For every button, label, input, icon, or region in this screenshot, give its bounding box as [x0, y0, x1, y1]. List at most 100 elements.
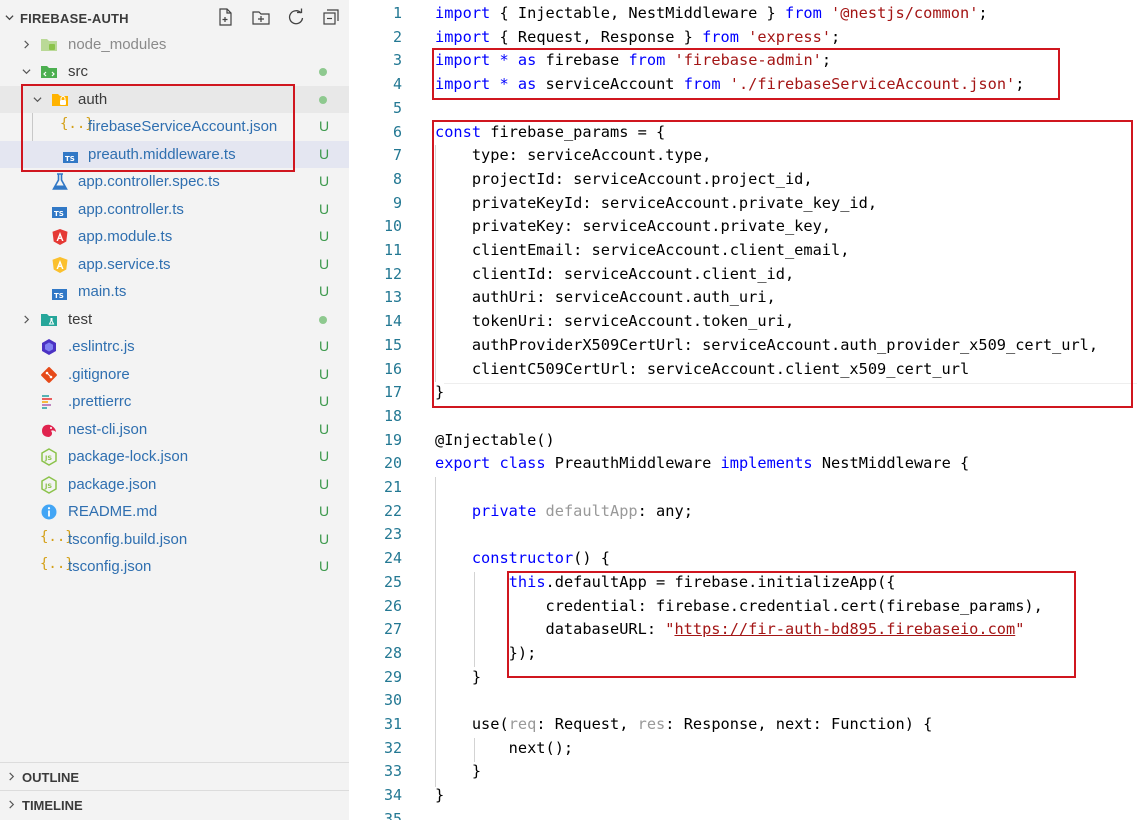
- tree-item-tsconfig-build[interactable]: {..} tsconfig.build.json U: [0, 526, 349, 553]
- line-number: 11: [383, 241, 402, 259]
- line-number: 24: [383, 549, 402, 568]
- code-token: import: [435, 27, 491, 46]
- code-line[interactable]: @Injectable(): [435, 431, 555, 449]
- tree-item-app-controller[interactable]: TS app.controller.ts U: [0, 196, 349, 223]
- tree-item-package-lock[interactable]: JS package-lock.json U: [0, 443, 349, 470]
- code-token: PreauthMiddleware: [545, 454, 721, 473]
- refresh-icon[interactable]: [286, 7, 306, 27]
- line-number: 34: [383, 786, 402, 805]
- explorer-title: FIREBASE-AUTH: [20, 11, 129, 26]
- src-folder-icon: [41, 66, 57, 78]
- code-token: 'express': [748, 27, 832, 46]
- git-status-badge: U: [319, 476, 330, 492]
- line-number: 14: [383, 312, 402, 331]
- line-number: 35: [383, 809, 402, 820]
- code-line[interactable]: constructor() {: [435, 549, 610, 567]
- line-number: 20: [383, 454, 402, 473]
- new-folder-icon[interactable]: [251, 7, 271, 27]
- angular-icon: [52, 229, 68, 245]
- code-token: NestMiddleware {: [812, 454, 970, 473]
- tree-item-main[interactable]: TS main.ts U: [0, 278, 349, 305]
- node-modules-folder-icon: [41, 39, 57, 51]
- tree-item-app-module[interactable]: app.module.ts U: [0, 223, 349, 250]
- code-token: }: [435, 786, 445, 805]
- outline-section[interactable]: OUTLINE: [0, 762, 349, 790]
- code-line[interactable]: import { Request, Response } from 'expre…: [435, 28, 840, 46]
- tree-item-app-service[interactable]: app.service.ts U: [0, 251, 349, 278]
- code-editor[interactable]: 1 2 3 4 5 6 7 8 9 10 11 12 13 14 15 16 17 18 19 20 21 22 23 24 2…: [350, 0, 1137, 820]
- code-token: { Injectable, NestMiddleware }: [490, 4, 785, 22]
- nodejs-icon: JS: [41, 476, 57, 494]
- code-line[interactable]: private defaultApp: any;: [435, 502, 693, 520]
- svg-text:JS: JS: [44, 454, 52, 462]
- git-status-badge: U: [319, 421, 330, 437]
- code-token: private: [471, 501, 537, 520]
- code-line[interactable]: export class PreauthMiddleware implement…: [435, 454, 969, 472]
- timeline-section[interactable]: TIMELINE: [0, 790, 349, 818]
- git-status-badge: U: [319, 338, 330, 354]
- tree-item-package-json[interactable]: JS package.json U: [0, 471, 349, 498]
- code-line[interactable]: next();: [435, 739, 573, 757]
- code-token: implements: [720, 454, 813, 473]
- tree-item-gitignore[interactable]: .gitignore U: [0, 361, 349, 388]
- code-token: : Request,: [536, 715, 638, 733]
- code-line[interactable]: import { Injectable, NestMiddleware } fr…: [435, 4, 988, 22]
- tree-item-src[interactable]: src: [0, 58, 349, 85]
- chevron-down-icon[interactable]: [5, 13, 14, 22]
- git-status-badge: U: [319, 201, 330, 217]
- new-file-icon[interactable]: [215, 7, 235, 27]
- line-number: 5: [392, 98, 402, 117]
- code-token: @Injectable(): [435, 430, 555, 449]
- tree-item-label: app.controller.spec.ts: [78, 173, 220, 190]
- chevron-right-icon[interactable]: [22, 315, 31, 324]
- tree-item-test[interactable]: test: [0, 306, 349, 333]
- svg-text:TS: TS: [54, 292, 64, 300]
- code-line[interactable]: use(req: Request, res: Response, next: F…: [435, 715, 933, 733]
- highlight-box-auth-files: [21, 84, 295, 172]
- tree-item-eslintrc[interactable]: .eslintrc.js U: [0, 333, 349, 360]
- tree-item-readme[interactable]: README.md U: [0, 498, 349, 525]
- chevron-down-icon[interactable]: [22, 67, 31, 76]
- git-icon: [41, 367, 57, 383]
- line-number: 13: [383, 288, 402, 307]
- chevron-right-icon[interactable]: [7, 772, 16, 781]
- code-token: import: [435, 4, 491, 22]
- line-number: 26: [383, 596, 402, 615]
- tree-item-prettierrc[interactable]: .prettierrc U: [0, 388, 349, 415]
- tree-item-tsconfig[interactable]: {..} tsconfig.json U: [0, 553, 349, 580]
- tree-item-app-controller-spec[interactable]: app.controller.spec.ts U: [0, 168, 349, 195]
- tree-item-label: app.controller.ts: [78, 201, 184, 218]
- code-token: { Request, Response }: [490, 27, 703, 46]
- code-token: class: [499, 454, 546, 473]
- git-status-badge: U: [319, 146, 330, 162]
- git-status-badge: U: [319, 366, 330, 382]
- code-line[interactable]: }: [435, 762, 481, 780]
- code-token: constructor: [471, 549, 574, 568]
- tree-item-label: README.md: [68, 503, 158, 520]
- chevron-right-icon[interactable]: [7, 800, 16, 809]
- tree-item-node-modules[interactable]: node_modules: [0, 31, 349, 58]
- line-number: 22: [383, 501, 402, 520]
- line-number: 19: [383, 430, 402, 449]
- tree-item-nest-cli[interactable]: nest-cli.json U: [0, 416, 349, 443]
- nest-icon: [42, 424, 56, 437]
- explorer-header[interactable]: FIREBASE-AUTH: [0, 4, 349, 31]
- tree-item-label: app.service.ts: [78, 256, 171, 273]
- code-line[interactable]: }: [435, 786, 444, 804]
- collapse-all-icon[interactable]: [321, 7, 341, 27]
- line-number: 4: [392, 75, 402, 94]
- code-token: defaultApp: [545, 501, 638, 520]
- chevron-right-icon[interactable]: [22, 40, 31, 49]
- git-status-badge: U: [319, 256, 330, 272]
- tree-item-label: package.json: [68, 476, 157, 493]
- code-line[interactable]: }: [435, 668, 481, 686]
- line-number: 12: [383, 264, 402, 283]
- test-flask-icon: [52, 173, 68, 190]
- tree-item-label: src: [68, 63, 88, 80]
- code-token: () {: [573, 549, 610, 568]
- tree-item-label: node_modules: [68, 36, 167, 53]
